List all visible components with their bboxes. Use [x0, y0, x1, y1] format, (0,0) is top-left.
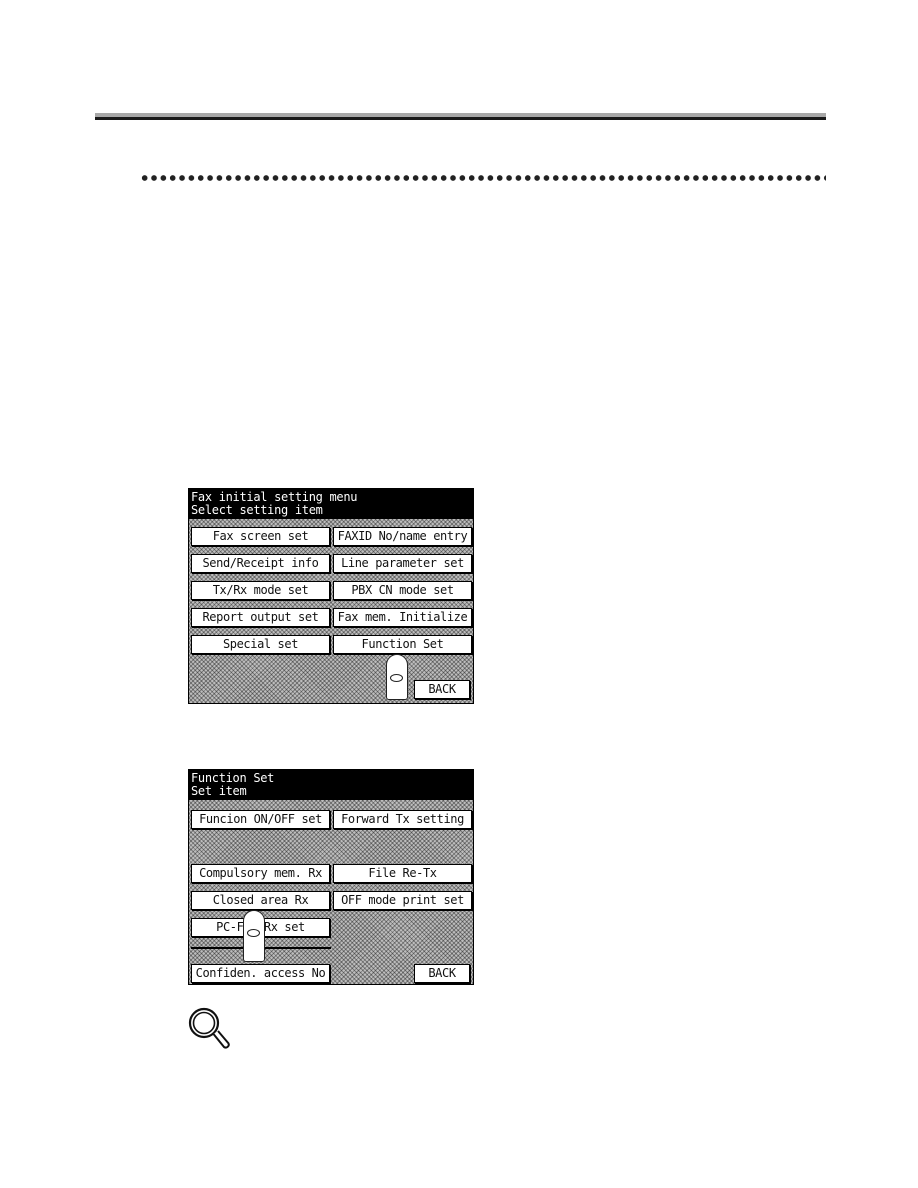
fingernail	[390, 674, 403, 682]
back-button[interactable]: BACK	[414, 680, 470, 699]
forward-tx-setting-button[interactable]: Forward Tx setting	[333, 810, 472, 829]
send-receipt-info-button[interactable]: Send/Receipt info	[191, 554, 330, 573]
function-on-off-set-button[interactable]: Funcion ON/OFF set	[191, 810, 330, 829]
fax-mem-initialize-button[interactable]: Fax mem. Initialize	[333, 608, 472, 627]
confiden-access-no-button[interactable]: Confiden. access No	[191, 964, 330, 983]
compulsory-mem-rx-button[interactable]: Compulsory mem. Rx	[191, 864, 330, 883]
screen-header: Fax initial setting menu Select setting …	[189, 489, 473, 519]
header-rule-black	[95, 117, 826, 120]
function-set-screen: Function Set Set item Funcion ON/OFF set…	[188, 769, 474, 985]
fax-screen-set-button[interactable]: Fax screen set	[191, 527, 330, 546]
closed-area-rx-button[interactable]: Closed area Rx	[191, 891, 330, 910]
back-button[interactable]: BACK	[414, 964, 470, 983]
dotted-separator	[140, 173, 826, 183]
report-output-set-button[interactable]: Report output set	[191, 608, 330, 627]
pbx-cn-mode-set-button[interactable]: PBX CN mode set	[333, 581, 472, 600]
line-parameter-set-button[interactable]: Line parameter set	[333, 554, 472, 573]
tx-rx-mode-set-button[interactable]: Tx/Rx mode set	[191, 581, 330, 600]
file-re-tx-button[interactable]: File Re-Tx	[333, 864, 472, 883]
screen-subtitle: Select setting item	[191, 503, 323, 517]
screen-subtitle: Set item	[191, 784, 247, 798]
special-set-button[interactable]: Special set	[191, 635, 330, 654]
faxid-name-entry-button[interactable]: FAXID No/name entry	[333, 527, 472, 546]
finger-press-icon	[243, 910, 265, 962]
finger-press-icon	[386, 654, 408, 700]
function-set-button[interactable]: Function Set	[333, 635, 472, 654]
fax-initial-setting-screen: Fax initial setting menu Select setting …	[188, 488, 474, 704]
fingernail	[247, 929, 260, 937]
screen-header: Function Set Set item	[189, 770, 473, 800]
off-mode-print-set-button[interactable]: OFF mode print set	[333, 891, 472, 910]
magnifier-icon	[188, 1007, 230, 1049]
